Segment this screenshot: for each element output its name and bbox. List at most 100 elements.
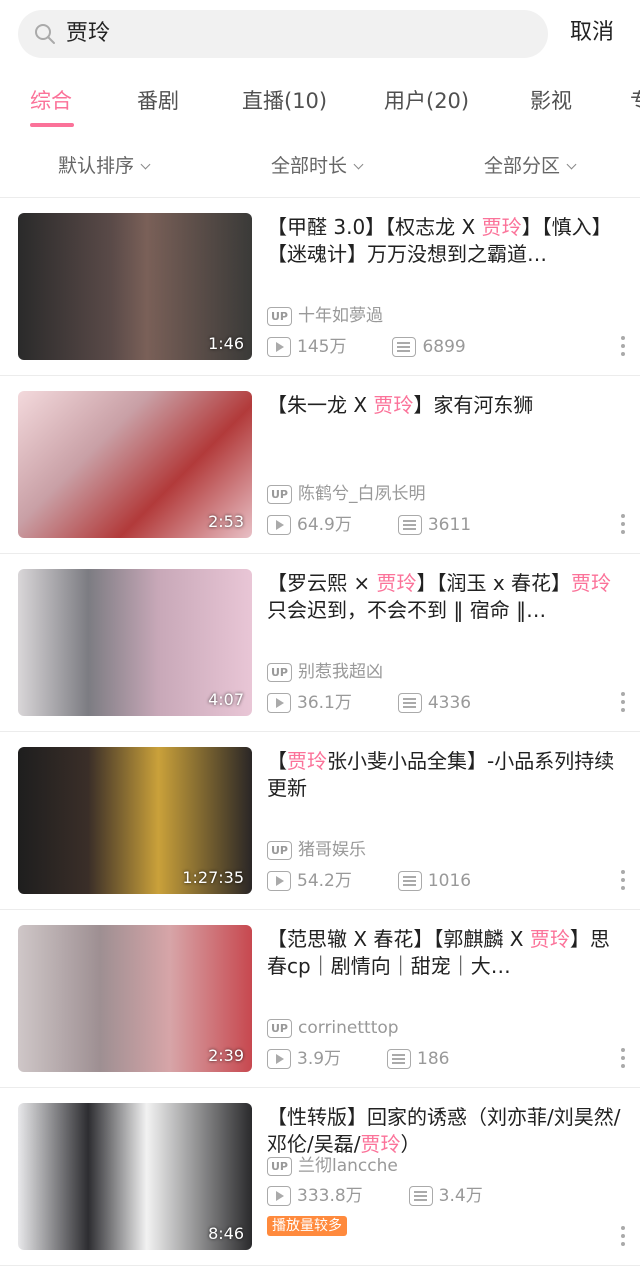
video-item[interactable]: 2:53 【朱一龙 X 贾玲】家有河东狮 UP 陈鹤兮_白夙长明 64.9万 3611	[0, 376, 640, 554]
view-count: 36.1万	[297, 693, 352, 713]
hot-badge: 播放量较多	[267, 1216, 347, 1236]
title-text: ）	[400, 1132, 421, 1156]
tab-bangumi[interactable]: 番剧	[137, 86, 179, 116]
tab-special[interactable]: 专	[630, 86, 640, 116]
up-icon: UP	[267, 1156, 292, 1176]
play-count-icon	[267, 871, 291, 891]
title-text: 【	[267, 749, 287, 773]
uploader[interactable]: UP corrinetttop	[267, 1016, 399, 1040]
danmaku-icon	[392, 337, 417, 357]
filter-bar: 默认排序 全部时长 全部分区	[0, 132, 640, 198]
tab-live[interactable]: 直播(10)	[242, 86, 327, 116]
highlighted-keyword: 贾玲	[481, 215, 522, 239]
title-text: 【朱一龙 X	[267, 393, 374, 417]
highlighted-keyword: 贾玲	[571, 571, 612, 595]
video-duration: 1:27:35	[182, 868, 244, 887]
search-query: 贾玲	[66, 21, 111, 46]
chevron-down-icon	[353, 159, 364, 170]
up-icon: UP	[267, 484, 292, 504]
danmaku-count: 6899	[422, 337, 466, 357]
video-stats: 333.8万 3.4万	[267, 1184, 483, 1208]
category-filter[interactable]: 全部分区	[484, 152, 577, 180]
view-count: 145万	[297, 337, 347, 357]
video-title[interactable]: 【贾玲张小斐小品全集】-小品系列持续更新	[267, 748, 622, 802]
sort-filter[interactable]: 默认排序	[58, 152, 151, 180]
view-count: 333.8万	[297, 1186, 363, 1206]
more-options-icon[interactable]	[620, 514, 626, 538]
tab-all[interactable]: 综合	[30, 86, 72, 116]
category-filter-label: 全部分区	[484, 155, 561, 177]
video-thumbnail[interactable]: 1:27:35	[18, 747, 252, 894]
video-thumbnail[interactable]: 8:46	[18, 1103, 252, 1250]
danmaku-icon	[397, 515, 422, 535]
video-duration: 2:53	[208, 512, 244, 531]
title-text: 【范思辙 X 春花】【郭麒麟 X	[267, 927, 530, 951]
tab-film[interactable]: 影视	[530, 86, 572, 116]
chevron-down-icon	[140, 159, 151, 170]
play-count-icon	[267, 337, 291, 357]
uploader[interactable]: UP 兰彻lancche	[267, 1154, 398, 1178]
video-duration: 1:46	[208, 334, 244, 353]
video-title[interactable]: 【范思辙 X 春花】【郭麒麟 X 贾玲】思春cp｜剧情向｜甜宠｜大…	[267, 926, 622, 980]
highlighted-keyword: 贾玲	[529, 927, 570, 951]
video-thumbnail[interactable]: 4:07	[18, 569, 252, 716]
duration-filter[interactable]: 全部时长	[271, 152, 364, 180]
video-thumbnail[interactable]: 2:39	[18, 925, 252, 1072]
title-text: 【甲醛 3.0】【权志龙 X	[267, 215, 482, 239]
danmaku-icon	[387, 1049, 412, 1069]
chevron-down-icon	[566, 159, 577, 170]
uploader[interactable]: UP 十年如夢過	[267, 304, 383, 328]
uploader-name: 猪哥娱乐	[298, 840, 366, 860]
danmaku-count: 3611	[427, 515, 472, 535]
highlighted-keyword: 贾玲	[373, 393, 414, 417]
video-title[interactable]: 【性转版】回家的诱惑（刘亦菲/刘昊然/邓伦/吴磊/贾玲）	[267, 1104, 622, 1158]
video-item[interactable]: 2:39 【范思辙 X 春花】【郭麒麟 X 贾玲】思春cp｜剧情向｜甜宠｜大… UP…	[0, 910, 640, 1088]
video-duration: 4:07	[208, 690, 244, 709]
more-options-icon[interactable]	[620, 1226, 626, 1250]
uploader-name: corrinetttop	[298, 1018, 399, 1038]
uploader-name: 十年如夢過	[298, 306, 383, 326]
more-options-icon[interactable]	[620, 692, 626, 716]
danmaku-count: 186	[417, 1049, 450, 1069]
video-title[interactable]: 【朱一龙 X 贾玲】家有河东狮	[267, 392, 622, 446]
uploader-name: 陈鹤兮_白夙长明	[298, 484, 426, 504]
video-list: 1:46 【甲醛 3.0】【权志龙 X 贾玲】【慎入】【迷魂计】万万没想到之霸道……	[0, 198, 640, 1266]
uploader[interactable]: UP 猪哥娱乐	[267, 838, 366, 862]
video-thumbnail[interactable]: 1:46	[18, 213, 252, 360]
video-title[interactable]: 【罗云熙 × 贾玲】【润玉 x 春花】贾玲只会迟到，不会不到 ‖ 宿命 ‖…	[267, 570, 622, 624]
tab-bar: 综合 番剧 直播(10) 用户(20) 影视 专	[0, 70, 640, 132]
danmaku-icon	[408, 1186, 433, 1206]
highlighted-keyword: 贾玲	[287, 749, 327, 773]
video-thumbnail[interactable]: 2:53	[18, 391, 252, 538]
video-title[interactable]: 【甲醛 3.0】【权志龙 X 贾玲】【慎入】【迷魂计】万万没想到之霸道…	[267, 214, 622, 268]
up-icon: UP	[267, 662, 292, 682]
play-count-icon	[267, 1186, 291, 1206]
danmaku-count: 4336	[427, 693, 472, 713]
play-count-icon	[267, 515, 291, 535]
view-count: 54.2万	[297, 871, 352, 891]
video-item[interactable]: 1:46 【甲醛 3.0】【权志龙 X 贾玲】【慎入】【迷魂计】万万没想到之霸道……	[0, 198, 640, 376]
uploader-name: 别惹我超凶	[298, 662, 383, 682]
uploader[interactable]: UP 陈鹤兮_白夙长明	[267, 482, 426, 506]
title-text: 【性转版】回家的诱惑（刘亦菲/刘昊然/邓伦/吴磊/	[267, 1105, 621, 1156]
title-text: 只会迟到，不会不到 ‖ 宿命 ‖…	[267, 598, 547, 622]
up-icon: UP	[267, 1018, 292, 1038]
video-item[interactable]: 8:46 【性转版】回家的诱惑（刘亦菲/刘昊然/邓伦/吴磊/贾玲） 播放量较多 UP 兰…	[0, 1088, 640, 1266]
danmaku-count: 1016	[427, 871, 472, 891]
more-options-icon[interactable]	[620, 870, 626, 894]
more-options-icon[interactable]	[620, 1048, 626, 1072]
uploader[interactable]: UP 别惹我超凶	[267, 660, 383, 684]
video-item[interactable]: 1:27:35 【贾玲张小斐小品全集】-小品系列持续更新 UP 猪哥娱乐 54.2万 10…	[0, 732, 640, 910]
play-count-icon	[267, 1049, 291, 1069]
search-bar: 贾玲 取消	[0, 0, 640, 70]
video-item[interactable]: 4:07 【罗云熙 × 贾玲】【润玉 x 春花】贾玲只会迟到，不会不到 ‖ 宿命 …	[0, 554, 640, 732]
cancel-button[interactable]: 取消	[570, 18, 614, 48]
active-tab-indicator	[30, 123, 74, 127]
search-input[interactable]: 贾玲	[18, 10, 548, 58]
tab-users[interactable]: 用户(20)	[384, 86, 469, 116]
more-options-icon[interactable]	[620, 336, 626, 360]
play-count-icon	[267, 693, 291, 713]
view-count: 64.9万	[297, 515, 352, 535]
up-icon: UP	[267, 306, 292, 326]
video-stats: 36.1万 4336	[267, 691, 471, 715]
